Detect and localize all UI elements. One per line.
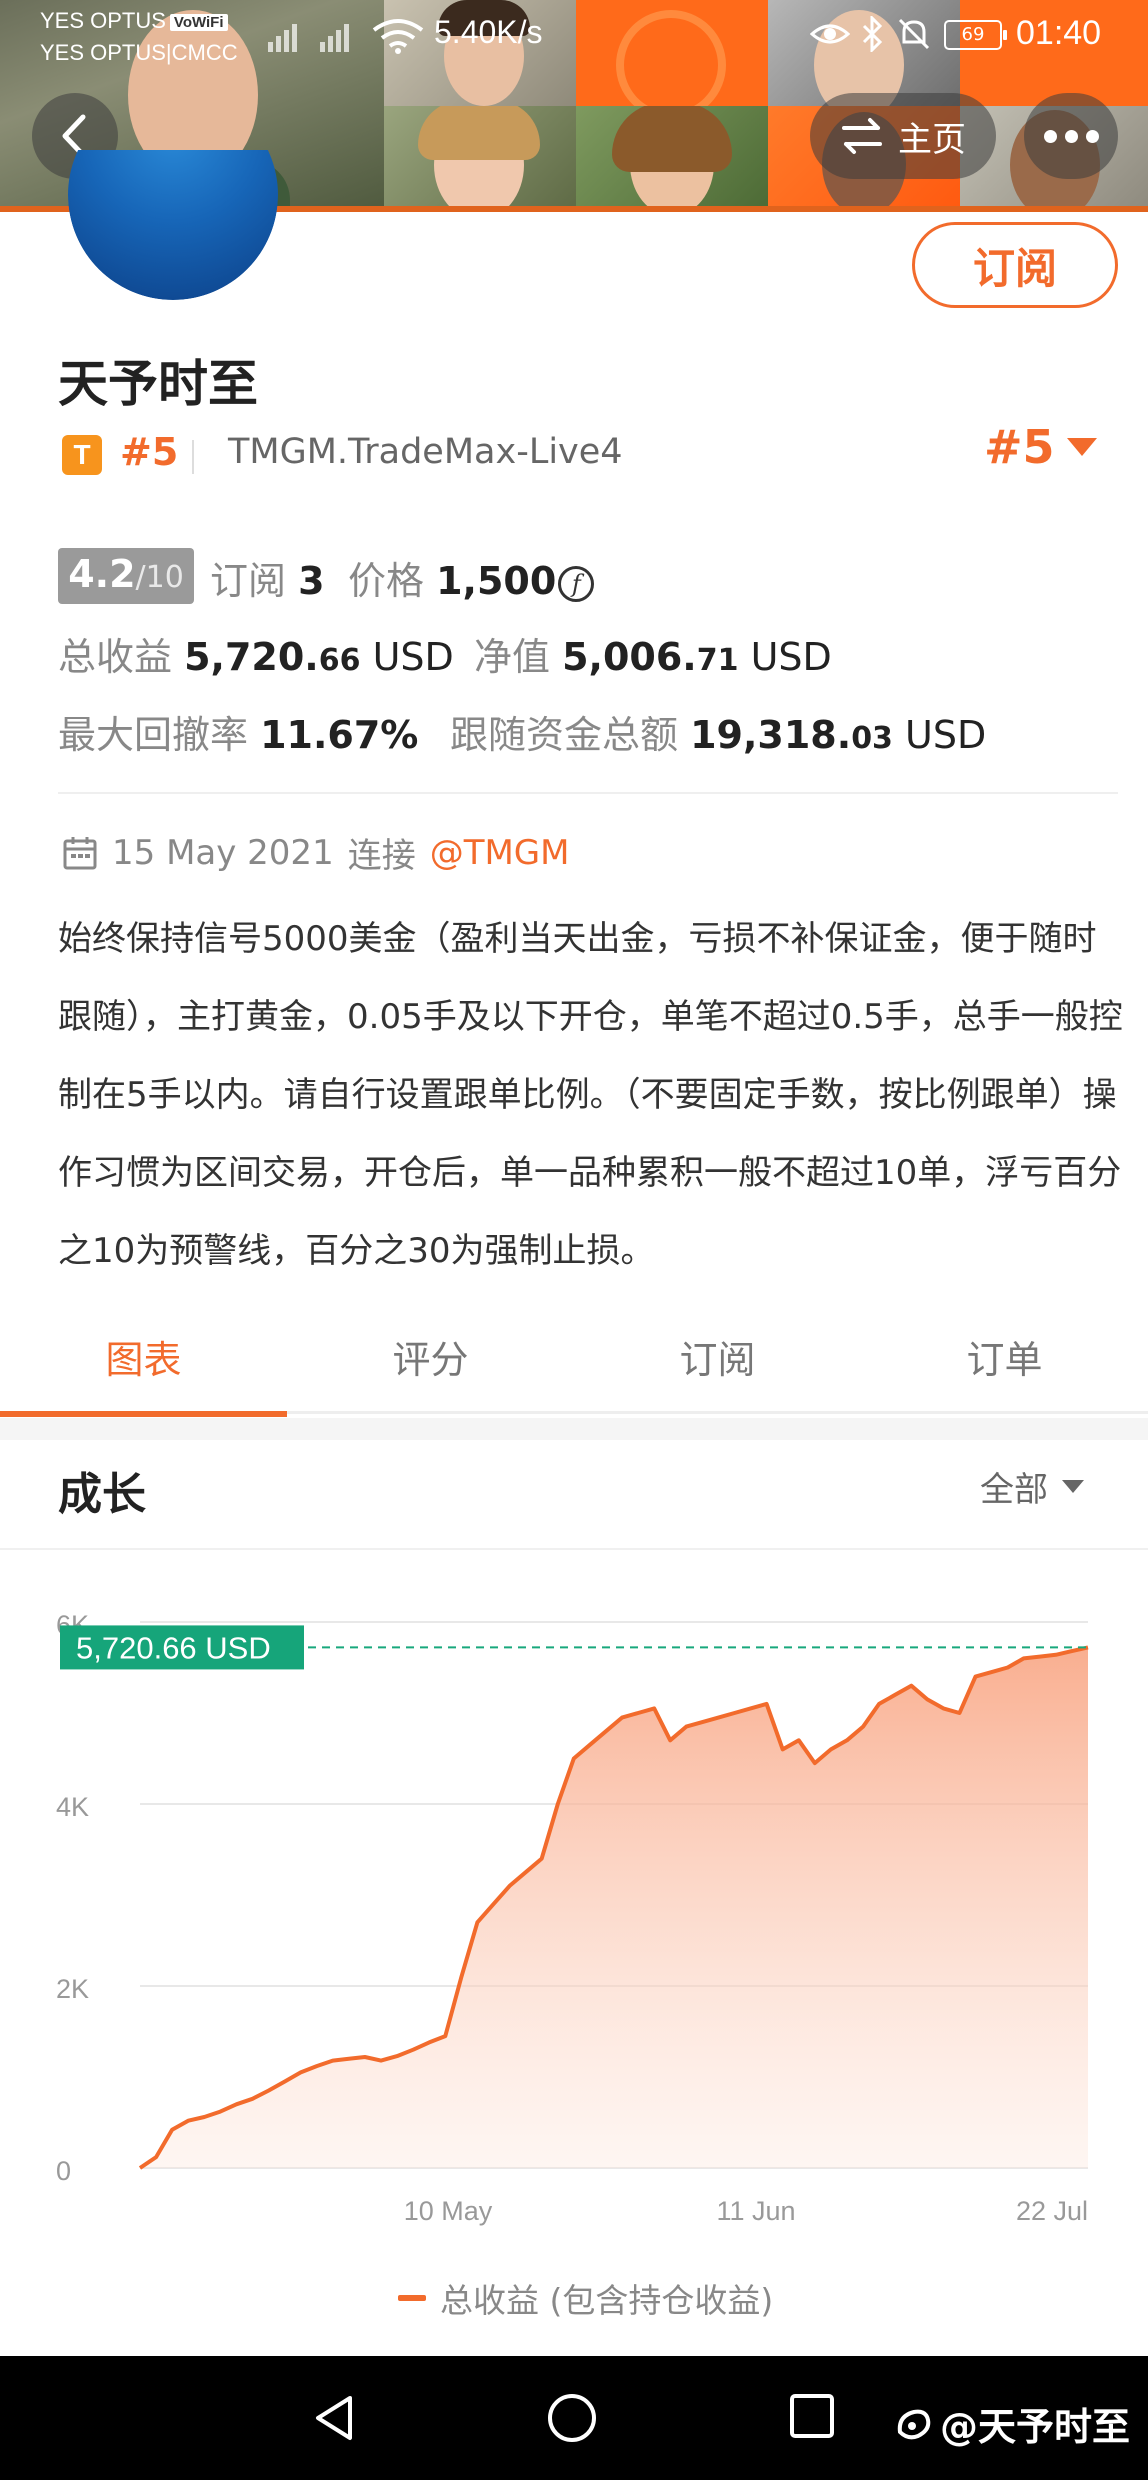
stat-value: 5,720. (184, 635, 319, 679)
stat-label: 总收益 (58, 635, 173, 679)
watermark-text: @天予时至 (940, 2405, 1131, 2449)
stat-label: 净值 (474, 635, 551, 679)
mute-bell-icon (898, 18, 930, 50)
rating-badge: 4.2/10 (58, 548, 194, 604)
bluetooth-icon (862, 16, 883, 52)
wifi-icon (372, 19, 424, 54)
carrier-primary: YES OPTUS VoWiFi (40, 8, 228, 34)
switch-arrows-icon (842, 118, 882, 154)
more-dot (1043, 129, 1057, 143)
price-stat: 价格 1,500 f (348, 550, 595, 605)
eye-icon (810, 24, 850, 44)
banner-photo (576, 106, 768, 212)
nav-back-icon[interactable] (310, 2392, 360, 2444)
watermark: @天予时至 (892, 2396, 1130, 2451)
avatar[interactable] (68, 150, 278, 300)
system-nav-bar: @天予时至 (0, 2356, 1148, 2480)
y-tick-label: 4K (56, 1792, 89, 1822)
more-options-button[interactable] (1024, 93, 1118, 179)
banner-photo (384, 106, 576, 212)
stat-label: 最大回撤率 (58, 713, 249, 757)
tab-orders[interactable]: 订单 (861, 1320, 1148, 1411)
subscribe-button[interactable]: 订阅 (912, 222, 1118, 308)
stat-value-decimal: 66 (318, 643, 361, 678)
growth-title: 成长 (58, 1469, 146, 1520)
nav-home-icon[interactable] (546, 2392, 598, 2444)
chart-legend: 总收益 (包含持仓收益) (398, 2274, 773, 2322)
divider (0, 1548, 1148, 1550)
stat-unit: USD (750, 635, 832, 679)
clock: 01:40 (1016, 14, 1102, 52)
stat-value: 1,500 (436, 559, 557, 603)
connect-label: 连接 (347, 836, 416, 876)
carrier-secondary: YES OPTUS|CMCC (40, 40, 238, 65)
rank-dropdown-label: #5 (984, 420, 1055, 474)
legend-swatch (398, 2295, 426, 2301)
stat-value-decimal: 71 (696, 643, 739, 678)
triangle-down-icon (1062, 1480, 1084, 1493)
stat-label: 跟随资金总额 (450, 713, 679, 757)
stat-value: 5,006. (562, 635, 697, 679)
weibo-logo-icon (897, 2409, 931, 2439)
max-drawdown-stat: 最大回撤率 11.67% (58, 704, 418, 759)
growth-chart[interactable]: 02K4K6K5,720.66 USD10 May 11 Jun 22 Jul (0, 1590, 1148, 2250)
range-label: 全部 (980, 1470, 1048, 1510)
stat-label: 订阅 (210, 559, 287, 603)
rank-label: #5 (120, 430, 179, 474)
stat-value-decimal: 03 (851, 721, 893, 756)
equity-stat: 净值 5,006.71 USD (474, 626, 832, 681)
x-tick-label: 10 May (404, 2196, 493, 2226)
x-tick-label: 22 Jul (1016, 2196, 1088, 2226)
nav-recents-icon[interactable] (788, 2392, 836, 2440)
stat-value: 19,318. (690, 713, 852, 757)
signal-icon (320, 24, 349, 52)
account-name: TMGM.TradeMax-Live4 (228, 432, 623, 472)
total-profit-stat: 总收益 5,720.66 USD (58, 626, 454, 681)
legend-label: 总收益 (包含持仓收益) (440, 2281, 774, 2320)
tab-chart[interactable]: 图表 (0, 1320, 287, 1417)
rating-scale: /10 (135, 560, 184, 595)
follow-funds-stat: 跟随资金总额 19,318.03 USD (450, 704, 986, 759)
stat-unit: USD (372, 635, 454, 679)
tier-badge: T (62, 435, 102, 475)
calendar-icon (63, 836, 97, 869)
vowifi-badge: VoWiFi (169, 13, 228, 31)
home-button[interactable]: 主页 (810, 93, 996, 179)
more-dot (1085, 129, 1099, 143)
connection-info: 15 May 2021 连接 @TMGM (62, 828, 570, 877)
more-dot (1064, 129, 1078, 143)
trader-name: 天予时至 (58, 355, 258, 413)
divider (58, 792, 1118, 794)
divider (192, 440, 194, 474)
stat-value: 11.67% (260, 713, 419, 757)
broker-link[interactable]: @TMGM (430, 833, 570, 873)
range-dropdown[interactable]: 全部 (980, 1462, 1084, 1511)
home-label: 主页 (898, 119, 966, 160)
x-tick-label: 11 Jun (716, 2196, 795, 2226)
battery-indicator: 69 (944, 20, 1007, 50)
rank-dropdown[interactable]: #5 (984, 420, 1097, 474)
coin-icon: f (558, 565, 595, 602)
stat-label: 价格 (348, 559, 425, 603)
tab-subscriptions[interactable]: 订阅 (574, 1320, 861, 1411)
strategy-description: 始终保持信号5000美金（盈利当天出金，亏损不补保证金，便于随时跟随），主打黄金… (58, 919, 1123, 1271)
signal-icon (268, 24, 297, 52)
rating-score: 4.2 (68, 552, 136, 596)
carrier-name: YES OPTUS (40, 8, 166, 33)
current-value-label: 5,720.66 USD (76, 1630, 271, 1665)
triangle-down-icon (1066, 438, 1097, 456)
section-separator (0, 1418, 1148, 1440)
tab-ratings[interactable]: 评分 (287, 1320, 574, 1411)
status-bar: YES OPTUS VoWiFi YES OPTUS|CMCC 5.40K/s 6… (0, 0, 1148, 70)
stat-unit: USD (905, 713, 987, 757)
y-tick-label: 2K (56, 1974, 89, 2004)
subscriptions-stat: 订阅 3 (210, 550, 325, 605)
tab-bar: 图表 评分 订阅 订单 (0, 1320, 1148, 1417)
net-speed: 5.40K/s (434, 14, 543, 50)
connect-date: 15 May 2021 (112, 832, 334, 873)
stat-value: 3 (298, 559, 325, 603)
y-tick-label: 0 (56, 2156, 71, 2186)
